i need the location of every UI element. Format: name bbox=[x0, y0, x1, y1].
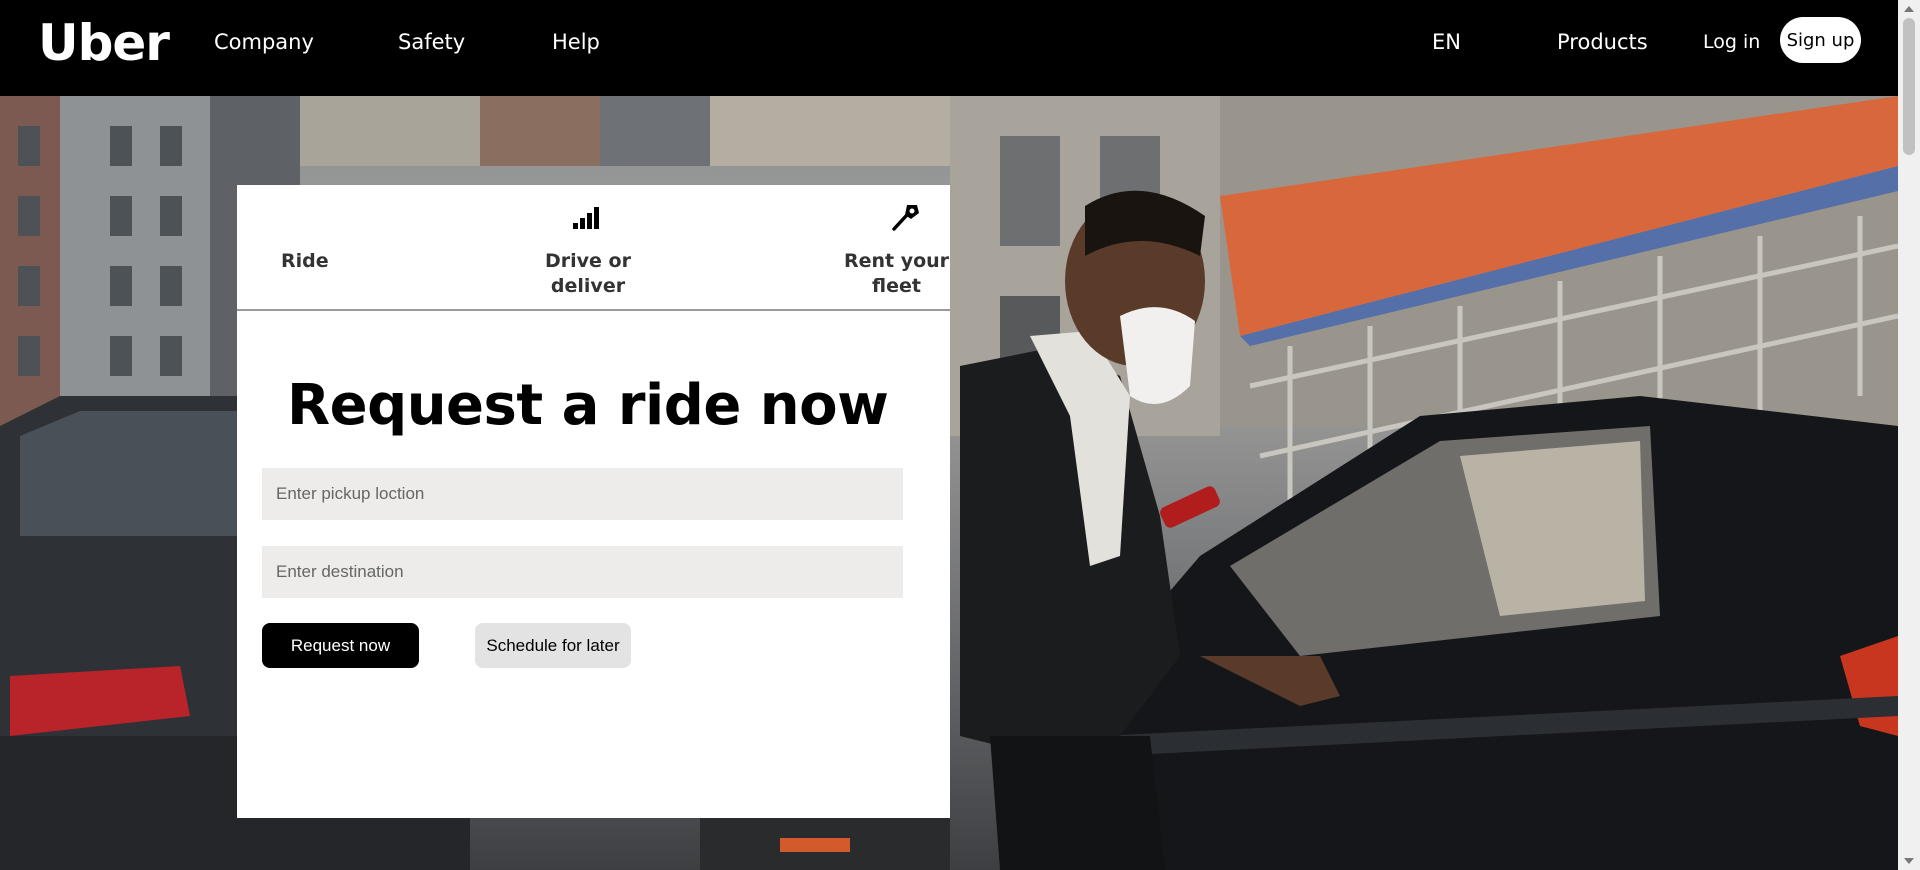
schedule-later-button[interactable]: Schedule for later bbox=[475, 623, 631, 668]
login-link[interactable]: Log in bbox=[1703, 31, 1760, 53]
nav-link-products[interactable]: Products bbox=[1557, 30, 1648, 54]
top-navbar: Uber Company Safety Help EN Products Log… bbox=[0, 0, 1898, 96]
scroll-up-arrow-icon[interactable] bbox=[1904, 6, 1914, 12]
scroll-down-arrow-icon[interactable] bbox=[1904, 858, 1914, 864]
nav-link-company[interactable]: Company bbox=[214, 30, 314, 54]
ride-request-card: Ride Drive or deliver Rent your fleet Re… bbox=[237, 185, 950, 818]
vertical-scrollbar[interactable] bbox=[1898, 0, 1920, 870]
tab-drive-label-line1: Drive or bbox=[545, 250, 631, 272]
nav-link-safety[interactable]: Safety bbox=[398, 30, 465, 54]
language-selector[interactable]: EN bbox=[1432, 30, 1461, 54]
tab-ride-label: Ride bbox=[281, 250, 329, 272]
scrollbar-thumb[interactable] bbox=[1903, 18, 1915, 155]
uber-logo[interactable]: Uber bbox=[38, 14, 170, 72]
signal-bars-icon bbox=[573, 207, 599, 229]
tab-ride[interactable]: Ride bbox=[281, 249, 329, 274]
tab-rent-label-line1: Rent your bbox=[843, 250, 950, 272]
signup-button[interactable]: Sign up bbox=[1780, 17, 1861, 63]
destination-input[interactable] bbox=[262, 546, 903, 598]
tab-rent-your-fleet[interactable]: Rent your fleet bbox=[843, 249, 950, 299]
tab-drive-label-line2: deliver bbox=[550, 275, 626, 297]
request-now-button[interactable]: Request now bbox=[262, 623, 419, 668]
pickup-location-input[interactable] bbox=[262, 468, 903, 520]
request-ride-heading: Request a ride now bbox=[287, 373, 889, 438]
nav-link-help[interactable]: Help bbox=[552, 30, 600, 54]
tab-drive-or-deliver[interactable]: Drive or deliver bbox=[535, 249, 641, 299]
key-icon bbox=[892, 205, 919, 231]
service-tabs: Ride Drive or deliver Rent your fleet bbox=[237, 185, 950, 311]
tab-rent-label-line2: fleet bbox=[872, 275, 921, 297]
